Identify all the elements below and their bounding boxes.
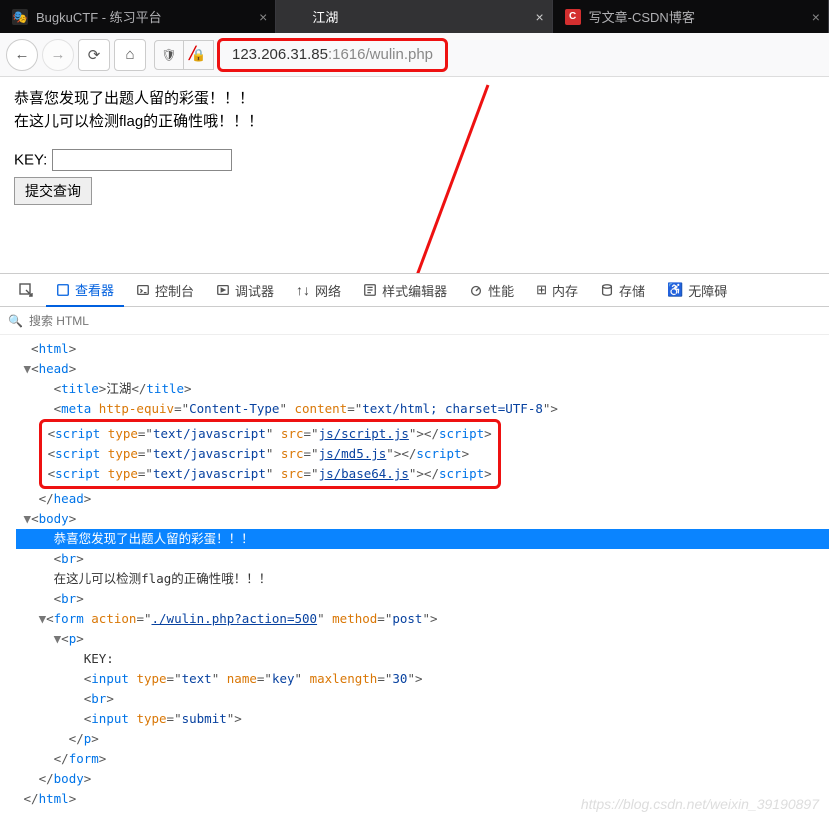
key-input[interactable] xyxy=(52,149,232,171)
close-icon[interactable]: × xyxy=(812,9,820,25)
url-port: :1616 xyxy=(328,46,366,63)
key-form: KEY: 提交查询 xyxy=(14,149,815,205)
reload-button[interactable]: ⟳ xyxy=(78,39,110,71)
tab-label: 江湖 xyxy=(312,7,535,26)
browser-tabbar: 🎭 BugkuCTF - 练习平台 × 江湖 × C 写文章-CSDN博客 × xyxy=(0,0,829,33)
devtab-network[interactable]: ↑↓网络 xyxy=(286,274,351,307)
tab-csdn[interactable]: C 写文章-CSDN博客 × xyxy=(553,0,829,33)
search-input[interactable] xyxy=(29,314,821,328)
page-text-2: 在这儿可以检测flag的正确性哦！！！ xyxy=(14,110,815,131)
search-icon: 🔍 xyxy=(8,314,23,328)
devtools-tabbar: 查看器 控制台 调试器 ↑↓网络 样式编辑器 性能 ⊞内存 存储 ♿无障碍 xyxy=(0,274,829,307)
devtools-panel: 查看器 控制台 调试器 ↑↓网络 样式编辑器 性能 ⊞内存 存储 ♿无障碍 🔍 … xyxy=(0,273,829,820)
devtab-storage[interactable]: 存储 xyxy=(590,274,655,307)
forward-button[interactable]: → xyxy=(42,39,74,71)
submit-button[interactable]: 提交查询 xyxy=(14,177,92,205)
tab-label: BugkuCTF - 练习平台 xyxy=(36,7,259,26)
dom-tree[interactable]: <html> ▼<head> <title>江湖</title> <meta h… xyxy=(0,335,829,809)
close-icon[interactable]: × xyxy=(259,9,267,25)
url-host: 123.206.31.85 xyxy=(232,46,328,63)
devtab-accessibility[interactable]: ♿无障碍 xyxy=(657,274,737,307)
tab-bugku[interactable]: 🎭 BugkuCTF - 练习平台 × xyxy=(0,0,276,33)
shield-icon[interactable]: 🛡 xyxy=(154,40,184,70)
favicon: C xyxy=(565,9,581,25)
devtab-debugger[interactable]: 调试器 xyxy=(206,274,284,307)
devtab-memory[interactable]: ⊞内存 xyxy=(526,274,588,307)
devtab-performance[interactable]: 性能 xyxy=(459,274,524,307)
tab-jianghu[interactable]: 江湖 × xyxy=(276,0,552,33)
page-text-1: 恭喜您发现了出题人留的彩蛋！！！ xyxy=(14,87,815,108)
favicon: 🎭 xyxy=(12,9,28,25)
home-button[interactable]: ⌂ xyxy=(114,39,146,71)
tab-label: 写文章-CSDN博客 xyxy=(589,7,812,26)
key-label: KEY: xyxy=(14,152,47,169)
url-toolbar: ← → ⟳ ⌂ 🛡 🔒╱ 123.206.31.85:1616/wulin.ph… xyxy=(0,33,829,77)
url-path: /wulin.php xyxy=(365,46,433,63)
url-security-box: 🛡 🔒╱ xyxy=(154,40,214,70)
insecure-icon[interactable]: 🔒╱ xyxy=(184,40,214,70)
close-icon[interactable]: × xyxy=(535,9,543,25)
devtab-inspector[interactable]: 查看器 xyxy=(46,274,124,307)
favicon xyxy=(288,9,304,25)
back-button[interactable]: ← xyxy=(6,39,38,71)
devtab-styles[interactable]: 样式编辑器 xyxy=(353,274,457,307)
url-field[interactable]: 123.206.31.85:1616/wulin.php xyxy=(217,38,448,72)
page-content: 恭喜您发现了出题人留的彩蛋！！！ 在这儿可以检测flag的正确性哦！！！ KEY… xyxy=(0,77,829,213)
devtools-search: 🔍 xyxy=(0,307,829,335)
devtab-console[interactable]: 控制台 xyxy=(126,274,204,307)
element-picker-button[interactable] xyxy=(8,274,44,307)
watermark: https://blog.csdn.net/weixin_39190897 xyxy=(581,796,819,812)
